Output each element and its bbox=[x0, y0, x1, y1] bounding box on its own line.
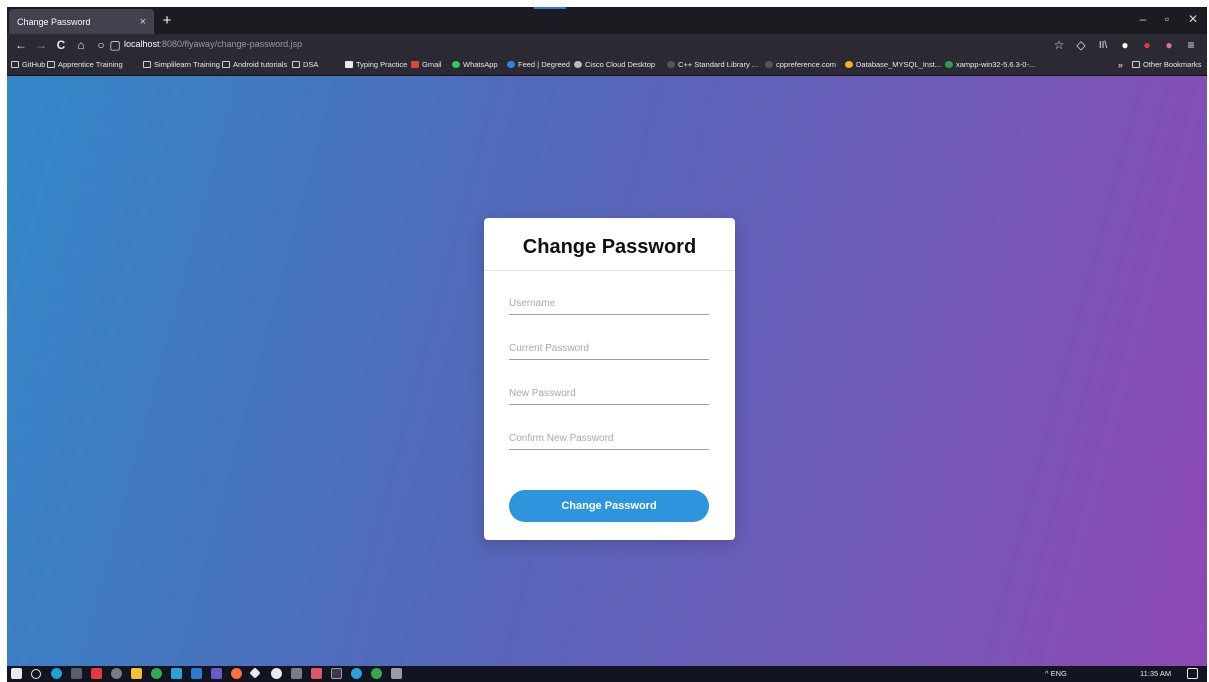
bookmark-dsa[interactable]: DSA bbox=[292, 60, 318, 69]
new-password-input[interactable] bbox=[509, 383, 709, 405]
minimize-button[interactable]: – bbox=[1131, 12, 1155, 26]
bookmark-cpp-standard-library[interactable]: C++ Standard Library ... bbox=[667, 60, 758, 69]
app-icon[interactable] bbox=[211, 668, 222, 679]
file-explorer-icon[interactable] bbox=[131, 668, 142, 679]
app-icon[interactable] bbox=[371, 668, 382, 679]
typing-icon bbox=[345, 61, 353, 68]
url-host: localhost bbox=[124, 39, 160, 49]
tab-strip-accent bbox=[534, 7, 566, 9]
bookmark-gmail[interactable]: Gmail bbox=[411, 60, 442, 69]
extension-icon[interactable]: ● bbox=[1117, 38, 1133, 53]
app-icon[interactable] bbox=[291, 668, 302, 679]
home-icon[interactable]: ⌂ bbox=[73, 37, 89, 54]
page-title: Change Password bbox=[522, 236, 697, 258]
edge-icon[interactable] bbox=[51, 668, 62, 679]
bookmark-typing-practice[interactable]: Typing Practice bbox=[345, 60, 407, 69]
reload-icon[interactable]: C bbox=[53, 37, 69, 54]
degreed-icon bbox=[507, 61, 515, 68]
bookmark-database-mysql[interactable]: Database_MYSQL_Inst... bbox=[845, 60, 941, 69]
navigation-bar: ← → C ⌂ ○ ▢ localhost:8080/flyaway/chang… bbox=[7, 34, 1207, 57]
url-path: :8080/flyaway/change-password.jsp bbox=[159, 39, 303, 49]
current-password-input[interactable] bbox=[509, 338, 709, 360]
folder-icon bbox=[222, 61, 230, 68]
drive-icon bbox=[845, 61, 853, 68]
globe-icon bbox=[765, 61, 773, 68]
page-background: Change Password Change Password bbox=[7, 76, 1207, 666]
confirm-password-input[interactable] bbox=[509, 428, 709, 450]
folder-icon bbox=[47, 61, 55, 68]
bookmark-whatsapp[interactable]: WhatsApp bbox=[452, 60, 498, 69]
system-tray[interactable]: ^ ENG bbox=[1045, 669, 1067, 678]
ie-icon[interactable] bbox=[171, 668, 182, 679]
chrome-icon[interactable] bbox=[151, 668, 162, 679]
bookmarks-bar: GitHub Apprentice Training Simplilearn T… bbox=[7, 57, 1207, 76]
notifications-icon[interactable] bbox=[1187, 668, 1198, 679]
app-icon[interactable] bbox=[249, 667, 261, 679]
folder-icon bbox=[143, 61, 151, 68]
bookmark-xampp[interactable]: xampp-win32-5.6.3-0-... bbox=[945, 60, 1035, 69]
app-icon[interactable] bbox=[311, 668, 322, 679]
bookmarks-overflow-button[interactable]: » bbox=[1118, 60, 1123, 70]
tab-strip: Change Password × + – ▫ ✕ bbox=[7, 7, 1207, 34]
acrobat-icon[interactable] bbox=[91, 668, 102, 679]
new-tab-button[interactable]: + bbox=[157, 11, 177, 31]
account-extension-icon[interactable]: ● bbox=[1161, 38, 1177, 53]
bookmark-cisco-cloud-desktop[interactable]: Cisco Cloud Desktop bbox=[574, 60, 655, 69]
back-icon[interactable]: ← bbox=[13, 37, 29, 54]
bookmark-cppreference[interactable]: cppreference.com bbox=[765, 60, 836, 69]
folder-icon bbox=[11, 61, 19, 68]
settings-icon[interactable] bbox=[391, 668, 402, 679]
cisco-icon bbox=[574, 61, 582, 68]
page-info-icon[interactable]: ▢ bbox=[107, 37, 123, 54]
menu-icon[interactable]: ≡ bbox=[1183, 38, 1199, 53]
whatsapp-icon bbox=[452, 61, 460, 68]
clock-time[interactable]: 11:35 AM bbox=[1140, 669, 1171, 678]
bookmark-simplilearn-training[interactable]: Simplilearn Training bbox=[143, 60, 220, 69]
forward-icon[interactable]: → bbox=[33, 37, 49, 54]
gmail-icon bbox=[411, 61, 419, 68]
start-icon[interactable] bbox=[11, 668, 22, 679]
folder-icon bbox=[292, 61, 300, 68]
app-icon[interactable] bbox=[71, 668, 82, 679]
bookmark-apprentice-training[interactable]: Apprentice Training bbox=[47, 60, 123, 69]
firefox-icon[interactable] bbox=[231, 668, 242, 679]
folder-icon bbox=[1132, 61, 1140, 68]
vscode-icon[interactable] bbox=[191, 668, 202, 679]
app-icon[interactable] bbox=[351, 668, 362, 679]
bookmark-github[interactable]: GitHub bbox=[11, 60, 45, 69]
record-extension-icon[interactable]: ● bbox=[1139, 38, 1155, 53]
username-input[interactable] bbox=[509, 293, 709, 315]
change-password-card: Change Password Change Password bbox=[484, 218, 735, 540]
bookmark-android-tutorials[interactable]: Android tutorials bbox=[222, 60, 287, 69]
change-password-button[interactable]: Change Password bbox=[509, 490, 709, 522]
library-icon[interactable]: II\ bbox=[1095, 38, 1111, 53]
search-icon[interactable] bbox=[31, 669, 41, 679]
url-bar[interactable]: localhost:8080/flyaway/change-password.j… bbox=[124, 39, 302, 49]
tab-change-password[interactable]: Change Password × bbox=[9, 9, 154, 34]
taskbar: ^ ENG 11:35 AM bbox=[7, 666, 1207, 682]
clock-icon[interactable] bbox=[111, 668, 122, 679]
close-window-button[interactable]: ✕ bbox=[1181, 12, 1205, 26]
app-icon[interactable] bbox=[271, 668, 282, 679]
bookmark-feed-degreed[interactable]: Feed | Degreed bbox=[507, 60, 570, 69]
browser-window: Change Password × + – ▫ ✕ ← → C ⌂ ○ ▢ lo… bbox=[7, 7, 1207, 682]
terminal-icon[interactable] bbox=[331, 668, 342, 679]
card-divider bbox=[484, 270, 735, 271]
drive-icon bbox=[945, 61, 953, 68]
other-bookmarks[interactable]: Other Bookmarks bbox=[1132, 60, 1201, 69]
bookmark-star-icon[interactable]: ☆ bbox=[1051, 38, 1067, 53]
pocket-icon[interactable]: ◇ bbox=[1073, 38, 1089, 53]
tab-title: Change Password bbox=[17, 16, 91, 27]
globe-icon bbox=[667, 61, 675, 68]
maximize-button[interactable]: ▫ bbox=[1155, 12, 1179, 26]
tab-close-icon[interactable]: × bbox=[140, 16, 146, 28]
